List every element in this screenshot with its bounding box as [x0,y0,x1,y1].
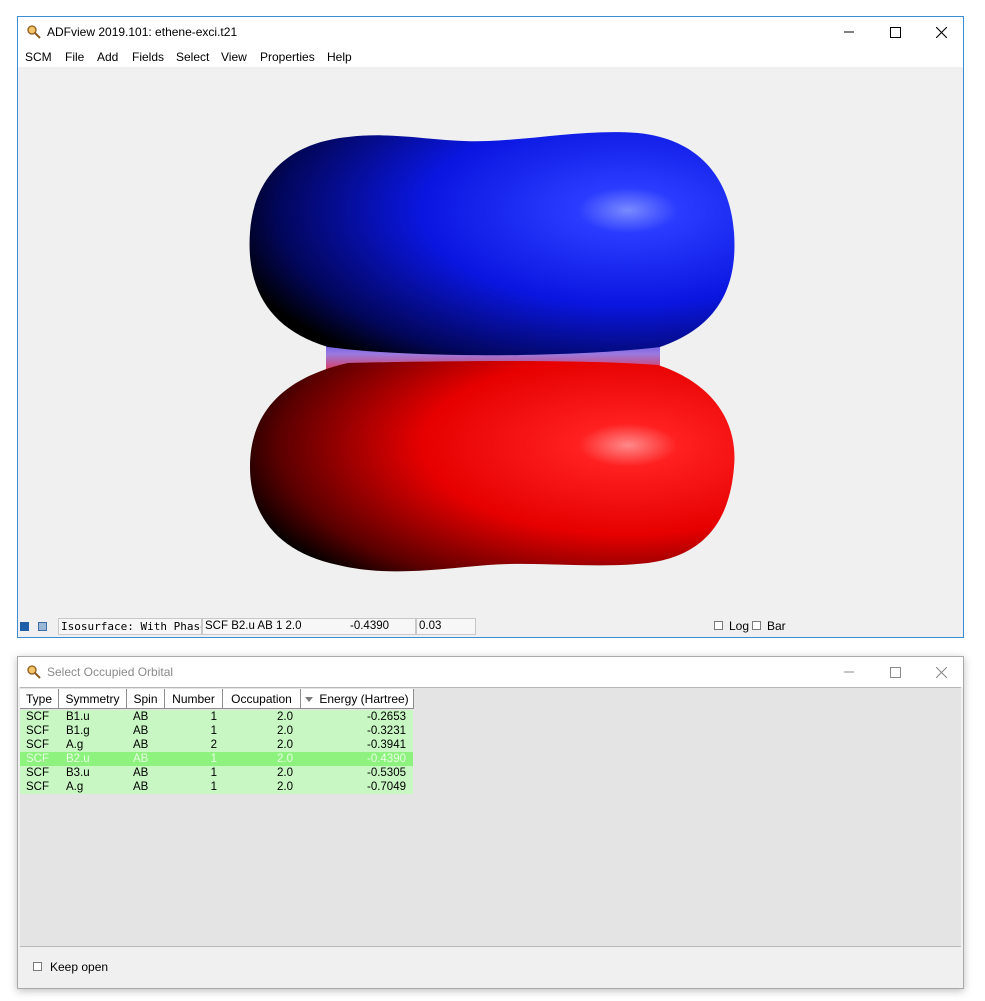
cell-symmetry: A.g [66,739,84,751]
cell-occupation: 2.0 [277,781,293,793]
table-row[interactable]: SCF B3.u AB 1 2.0 -0.5305 [20,766,413,780]
menu-file[interactable]: File [65,50,84,64]
negative-phase-lobe [250,361,735,572]
3d-viewport[interactable] [18,67,963,617]
cell-type: SCF [26,711,49,723]
cell-type: SCF [26,753,49,765]
status-bar: Isosurface: With Phase SCF B2.u AB 1 2.0… [18,617,963,637]
cell-symmetry: B1.g [66,725,90,737]
dialog-title: Select Occupied Orbital [47,665,174,679]
keep-open-label: Keep open [50,960,109,974]
field-type-selector[interactable]: Isosurface: With Phase [58,618,202,635]
cell-number: 2 [210,739,217,751]
bar-label: Bar [767,619,786,633]
table-row[interactable]: SCF A.g AB 1 2.0 -0.7049 [20,780,413,794]
keep-open-checkbox[interactable] [33,962,42,971]
column-header-energy[interactable]: Energy (Hartree) [301,689,414,709]
minimize-icon[interactable] [826,657,872,687]
log-label: Log [729,619,750,633]
orbital-table: Type Symmetry Spin Number Occupation Ene… [20,687,961,947]
column-header-occupation[interactable]: Occupation [223,689,301,709]
adfview-app-icon [26,664,42,680]
window-title: ADFview 2019.101: ethene-exci.t21 [47,25,238,39]
cell-number: 1 [210,781,217,793]
cell-energy: -0.3231 [366,725,406,737]
maximize-icon[interactable] [872,17,918,47]
column-header-energy-label: Energy (Hartree) [319,692,409,706]
cell-energy: -0.5305 [366,767,406,779]
adfview-main-window: ADFview 2019.101: ethene-exci.t21 SCM Fi… [17,16,964,638]
menu-select[interactable]: Select [176,50,209,64]
cell-symmetry: B3.u [66,767,90,779]
cell-spin: AB [133,767,149,779]
cell-energy: -0.2653 [366,711,406,723]
adfview-app-icon [26,24,42,40]
menu-fields[interactable]: Fields [132,50,164,64]
table-row[interactable]: SCF B2.u AB 1 2.0 -0.4390 [20,752,413,766]
close-icon[interactable] [918,17,964,47]
color-swatch-icon-2[interactable] [38,622,47,631]
isovalue-input[interactable]: 0.03 [416,618,476,635]
cell-occupation: 2.0 [277,767,293,779]
column-header-symmetry[interactable]: Symmetry [59,689,127,709]
orbital-energy: -0.4390 [350,620,390,632]
cell-energy: -0.7049 [366,781,406,793]
cell-number: 1 [210,711,217,723]
cell-type: SCF [26,767,49,779]
cell-occupation: 2.0 [277,739,293,751]
cell-symmetry: B1.u [66,711,90,723]
positive-phase-lobe [249,132,735,356]
cell-type: SCF [26,781,49,793]
menu-add[interactable]: Add [97,50,118,64]
cell-spin: AB [133,711,149,723]
cell-occupation: 2.0 [277,725,293,737]
menu-scm[interactable]: SCM [25,50,52,64]
cell-spin: AB [133,753,149,765]
cell-number: 1 [210,725,217,737]
dialog-title-bar[interactable]: Select Occupied Orbital [18,657,963,687]
cell-type: SCF [26,725,49,737]
cell-spin: AB [133,739,149,751]
cell-symmetry: A.g [66,781,84,793]
cell-symmetry: B2.u [66,753,90,765]
title-bar[interactable]: ADFview 2019.101: ethene-exci.t21 [18,17,963,47]
cell-occupation: 2.0 [277,711,293,723]
table-row[interactable]: SCF A.g AB 2 2.0 -0.3941 [20,738,413,752]
column-header-spin[interactable]: Spin [127,689,165,709]
menu-bar: SCM File Add Fields Select View Properti… [18,47,963,67]
cell-number: 1 [210,753,217,765]
color-swatch-icon[interactable] [20,622,29,631]
cell-spin: AB [133,781,149,793]
select-orbital-dialog: Select Occupied Orbital Type Symmetry Sp… [17,656,964,989]
cell-energy: -0.3941 [366,739,406,751]
log-checkbox[interactable] [714,621,723,630]
orbital-isosurface [249,132,735,572]
cell-occupation: 2.0 [277,753,293,765]
close-icon[interactable] [918,657,964,687]
table-row[interactable]: SCF B1.g AB 1 2.0 -0.3231 [20,724,413,738]
bar-checkbox[interactable] [752,621,761,630]
maximize-icon[interactable] [872,657,918,687]
menu-view[interactable]: View [221,50,247,64]
column-header-type[interactable]: Type [20,689,59,709]
cell-energy: -0.4390 [366,753,406,765]
column-header-number[interactable]: Number [165,689,223,709]
field-orbital-selector[interactable]: SCF B2.u AB 1 2.0 -0.4390 [202,618,416,635]
menu-properties[interactable]: Properties [260,50,315,64]
orbital-label: SCF B2.u AB 1 2.0 [205,620,302,632]
cell-spin: AB [133,725,149,737]
table-row[interactable]: SCF B1.u AB 1 2.0 -0.2653 [20,710,413,724]
sort-descending-icon [305,697,314,703]
menu-help[interactable]: Help [327,50,352,64]
cell-number: 1 [210,767,217,779]
cell-type: SCF [26,739,49,751]
minimize-icon[interactable] [826,17,872,47]
